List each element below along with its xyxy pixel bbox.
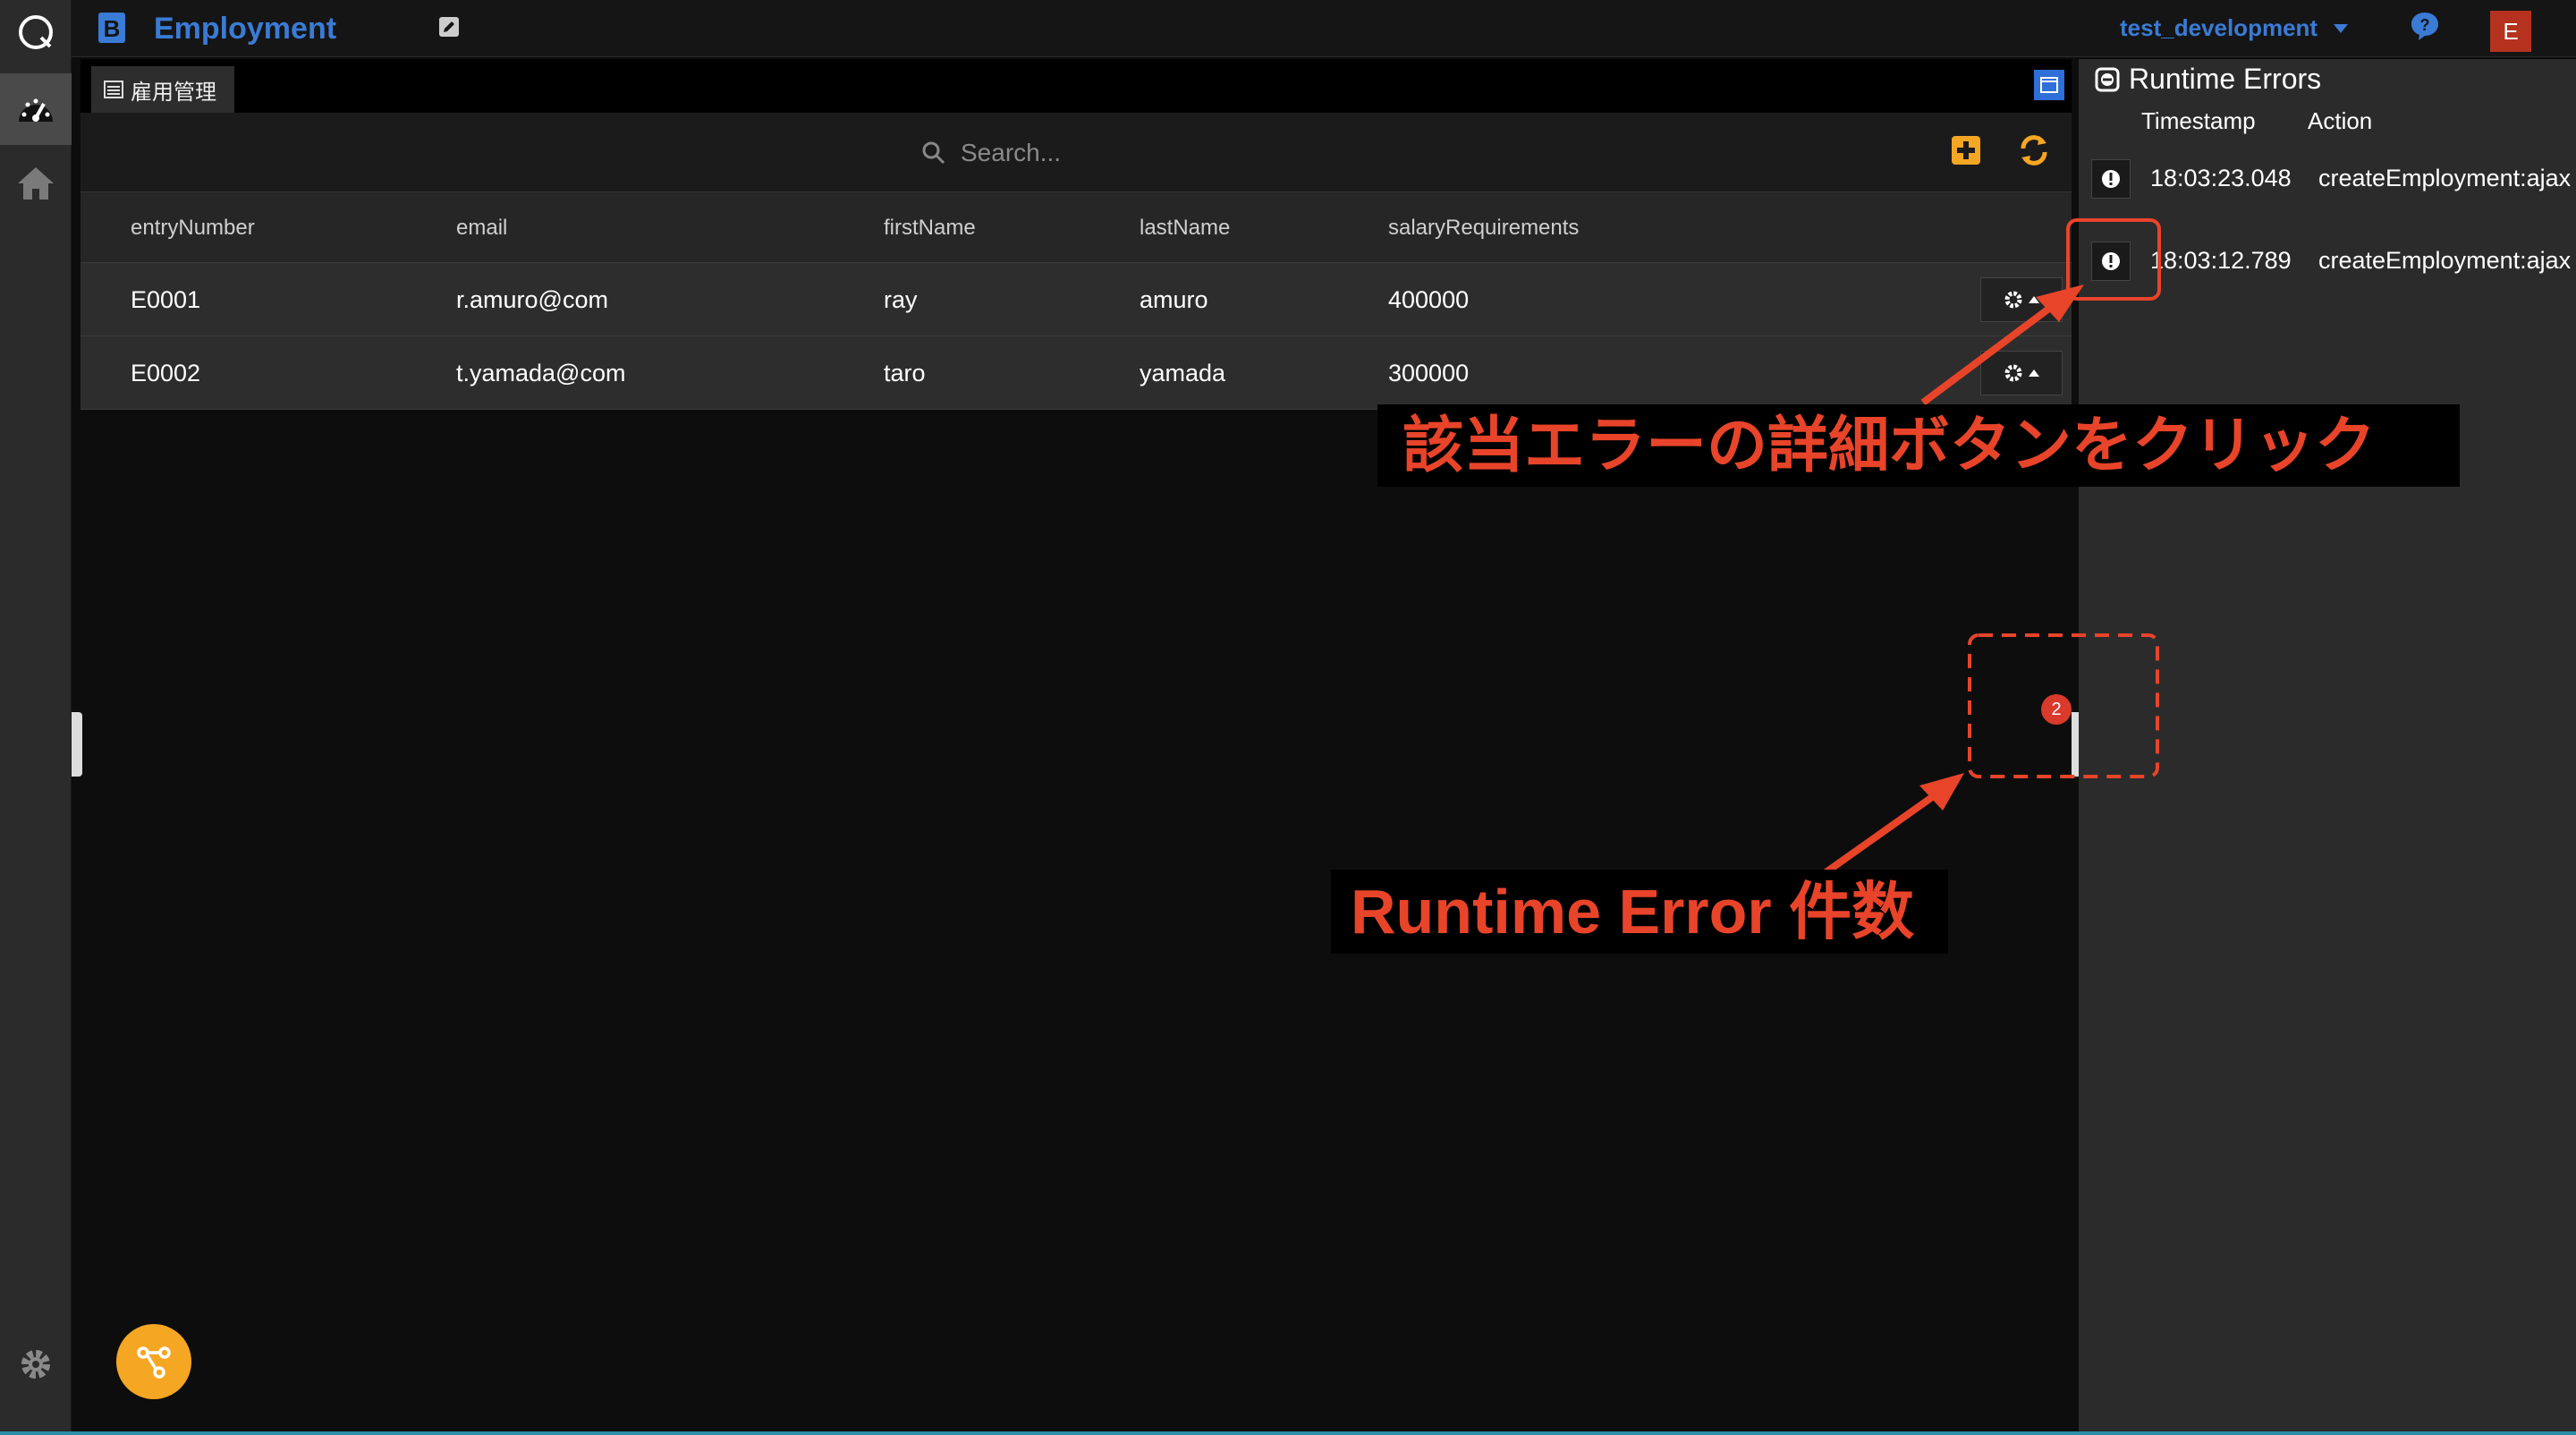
arrow-to-detail-button bbox=[1920, 299, 2060, 406]
detail-button-callout: 該当エラーの詳細ボタンをクリック bbox=[1377, 404, 2460, 487]
arrow-to-badge bbox=[1822, 787, 1944, 877]
error-count-callout: Runtime Error 件数 bbox=[1331, 870, 1948, 954]
annotation-overlay bbox=[1822, 218, 2161, 877]
highlight-badge-box bbox=[1968, 633, 2159, 778]
bottom-accent-line bbox=[0, 1431, 2576, 1435]
